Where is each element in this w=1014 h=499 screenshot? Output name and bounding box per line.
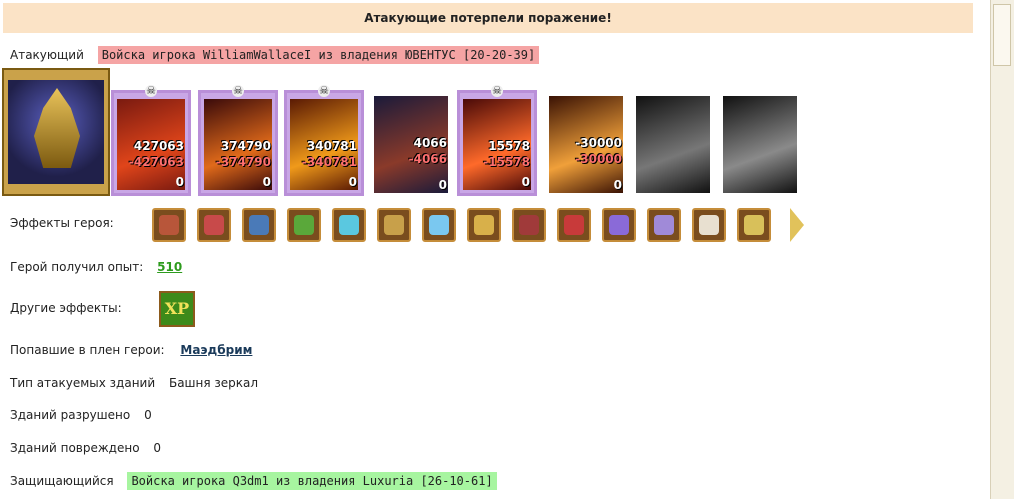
skull-icon: ☠ — [145, 84, 157, 97]
unit-portrait — [723, 96, 797, 193]
unit-loss: -427063 — [128, 155, 184, 169]
unit-loss: -340781 — [301, 155, 357, 169]
damaged-label: Зданий повреждено — [10, 441, 140, 455]
unit-remaining: 0 — [262, 175, 271, 189]
unit-remaining: 0 — [438, 178, 447, 192]
unit-count: 4066 — [413, 136, 447, 150]
unit-count: -30000 — [575, 136, 622, 150]
captured-label: Попавшие в плен герои: — [10, 343, 165, 357]
ring-icon[interactable] — [647, 208, 681, 242]
effect-glyph — [699, 215, 719, 235]
battle-report: Атакующие потерпели поражение! Атакующий… — [0, 0, 990, 499]
hand-shield-icon[interactable] — [287, 208, 321, 242]
effect-glyph — [654, 215, 674, 235]
destroyed-label: Зданий разрушено — [10, 408, 131, 422]
unit-remaining: 0 — [613, 178, 622, 192]
effect-glyph — [519, 215, 539, 235]
skull-icon: ☠ — [491, 84, 503, 97]
scrollbar-thumb[interactable] — [993, 4, 1011, 66]
helmet-icon[interactable] — [512, 208, 546, 242]
shield-icon[interactable] — [242, 208, 276, 242]
attacker-label: Атакующий — [10, 48, 84, 62]
effect-glyph — [339, 215, 359, 235]
magic-hand-icon[interactable] — [422, 208, 456, 242]
unit-count: 15578 — [488, 139, 530, 153]
damaged-value: 0 — [153, 441, 162, 455]
experience-value-link[interactable]: 510 — [157, 260, 182, 274]
army-unit-slot[interactable]: 4066 -4066 0 — [371, 90, 451, 196]
scroll-paper-icon[interactable] — [692, 208, 726, 242]
scroll-right-arrow-icon[interactable] — [790, 208, 804, 242]
army-unit-slot[interactable]: ☠ 374790 -374790 0 — [198, 85, 278, 196]
army-unit-slot[interactable] — [633, 90, 713, 196]
unit-remaining: 0 — [175, 175, 184, 189]
battle-result-banner: Атакующие потерпели поражение! — [3, 3, 973, 33]
unit-loss: -15578 — [483, 155, 530, 169]
skull-icon: ☠ — [232, 84, 244, 97]
defender-label: Защищающийся — [10, 474, 114, 488]
vertical-scrollbar[interactable] — [990, 0, 1014, 499]
damaged-row: Зданий повреждено 0 — [10, 441, 161, 455]
dagger-icon[interactable] — [737, 208, 771, 242]
army-unit-slot[interactable]: ☠ 427063 -427063 0 — [111, 85, 191, 196]
effect-glyph — [429, 215, 449, 235]
handshake-icon[interactable] — [377, 208, 411, 242]
army-unit-slot[interactable]: -30000 -30000 0 — [546, 90, 626, 196]
unit-count: 374790 — [220, 139, 271, 153]
effect-glyph — [204, 215, 224, 235]
scroll-icon[interactable] — [467, 208, 501, 242]
captured-hero-link[interactable]: Маэдбрим — [180, 343, 252, 357]
dice-icon[interactable] — [197, 208, 231, 242]
building-type-label: Тип атакуемых зданий — [10, 376, 156, 390]
skull-icon: ☠ — [318, 84, 330, 97]
building-type-value: Башня зеркал — [168, 376, 259, 390]
spider-icon[interactable] — [602, 208, 636, 242]
army-unit-slot[interactable]: ☠ 15578 -15578 0 — [457, 85, 537, 196]
attacker-hero-portrait[interactable] — [2, 68, 110, 196]
xp-icon[interactable]: XP — [159, 291, 195, 327]
hero-effects-label: Эффекты героя: — [10, 216, 114, 230]
unit-remaining: 0 — [521, 175, 530, 189]
effect-glyph — [249, 215, 269, 235]
experience-label: Герой получил опыт: — [10, 260, 144, 274]
unit-remaining: 0 — [348, 175, 357, 189]
unit-loss: -30000 — [575, 152, 622, 166]
destroyed-row: Зданий разрушено 0 — [10, 408, 152, 422]
effect-glyph — [564, 215, 584, 235]
attacker-army-tag[interactable]: Войска игрока WilliamWallaceI из владени… — [97, 46, 540, 64]
building-type-row: Тип атакуемых зданий Башня зеркал — [10, 376, 258, 390]
effect-glyph — [294, 215, 314, 235]
unit-count: 427063 — [133, 139, 184, 153]
attacker-row: Атакующий Войска игрока WilliamWallaceI … — [10, 46, 540, 64]
shield-crest-icon[interactable] — [152, 208, 186, 242]
effect-glyph — [609, 215, 629, 235]
unit-count: 340781 — [306, 139, 357, 153]
effect-glyph — [159, 215, 179, 235]
defender-army-tag[interactable]: Войска игрока Q3dm1 из владения Luxuria … — [127, 472, 497, 490]
effect-glyph — [474, 215, 494, 235]
sword-icon[interactable] — [332, 208, 366, 242]
unit-loss: -4066 — [408, 152, 447, 166]
destroyed-value: 0 — [144, 408, 152, 422]
other-effects-label: Другие эффекты: — [10, 301, 122, 315]
defender-row: Защищающийся Войска игрока Q3dm1 из влад… — [10, 472, 497, 490]
army-unit-slot[interactable]: ☠ 340781 -340781 0 — [284, 85, 364, 196]
experience-row: Герой получил опыт: 510 — [10, 260, 182, 274]
unit-portrait — [636, 96, 710, 193]
effect-glyph — [384, 215, 404, 235]
captured-row: Попавшие в плен герои: Маэдбрим — [10, 343, 252, 357]
effect-glyph — [744, 215, 764, 235]
cross-shield-icon[interactable] — [557, 208, 591, 242]
unit-loss: -374790 — [215, 155, 271, 169]
army-unit-slot[interactable] — [720, 90, 800, 196]
